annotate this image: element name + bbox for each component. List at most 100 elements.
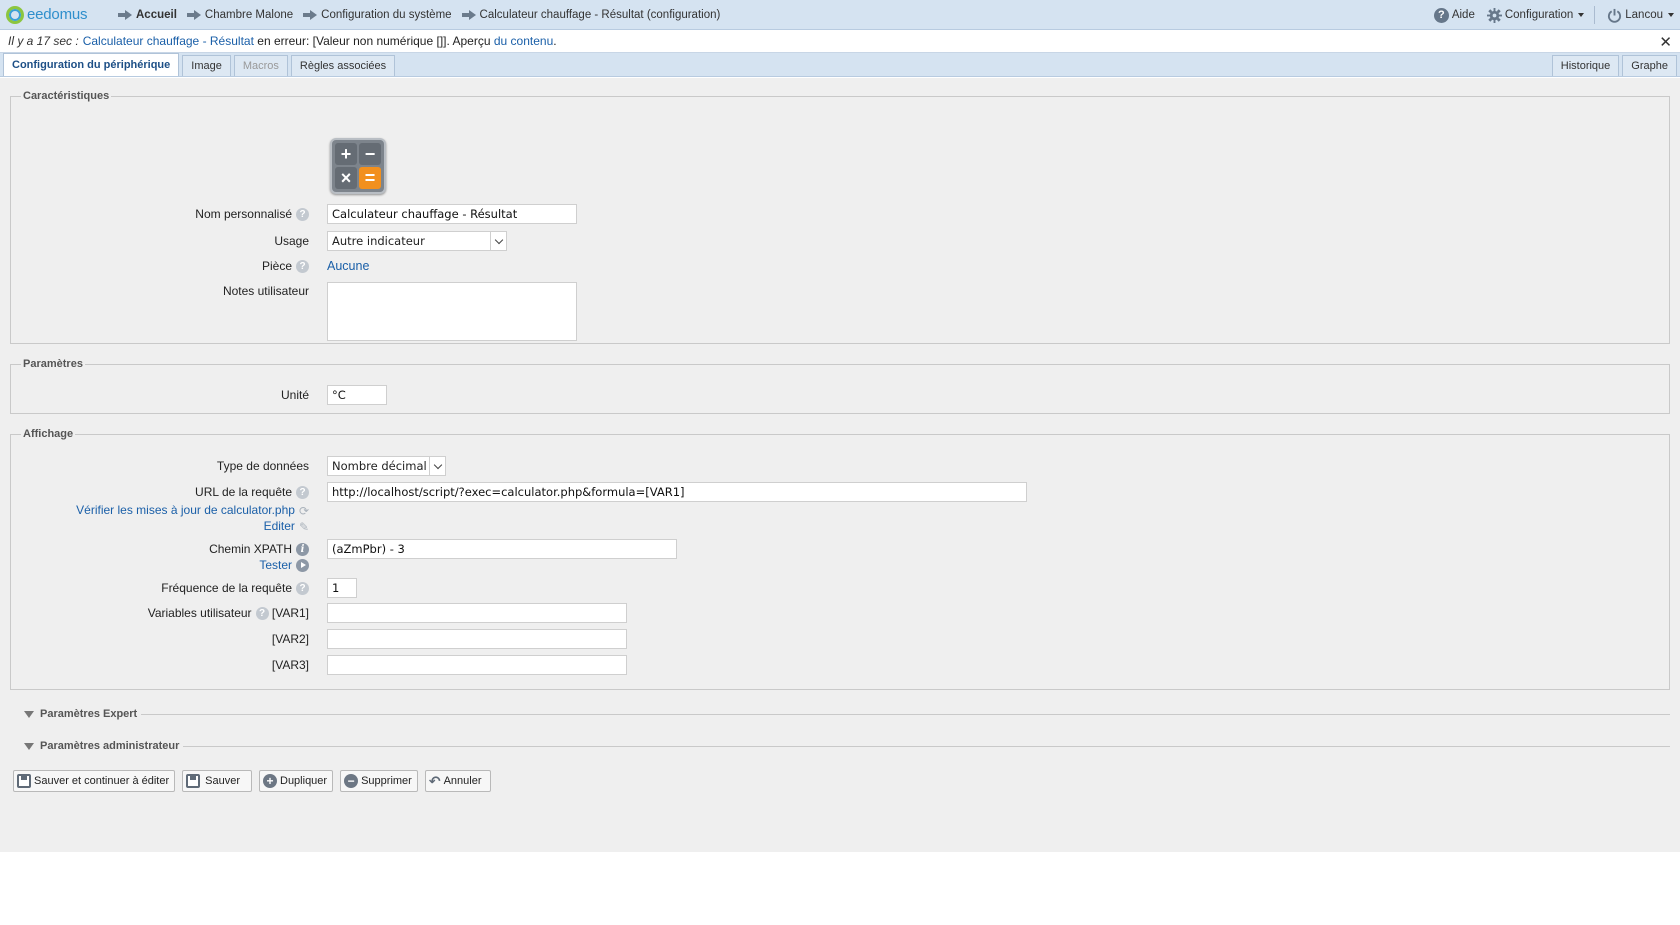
divider [10,746,1670,747]
arrow-right-icon [461,9,476,20]
parameters-section: Paramètres Unité [10,358,1670,414]
arrow-right-icon [186,9,201,20]
notification-time: Il y a 17 sec : [8,34,79,48]
usage-select[interactable]: Autre indicateur [327,231,507,251]
logo-text: eedomus [27,6,88,23]
tab-device-config[interactable]: Configuration du périphérique [3,53,180,76]
frequency-label: Fréquence de la requête? [161,581,309,596]
plus-circle-icon: + [263,774,277,788]
help-icon[interactable]: ? [296,260,309,274]
play-icon[interactable] [296,559,309,573]
power-icon [1608,8,1622,23]
help-icon[interactable]: ? [296,208,309,222]
user-notes-textarea[interactable] [327,282,577,341]
undo-icon: ↶ [428,772,441,789]
delete-button[interactable]: − Supprimer [340,770,418,792]
arrow-right-icon [118,9,132,20]
user-variables-label: Variables utilisateur? [VAR1] [147,606,309,621]
tab-history[interactable]: Historique [1551,55,1620,76]
help-link[interactable]: ? Aide [1433,7,1475,23]
gear-icon [1486,7,1502,23]
user-menu[interactable]: Lancou [1607,8,1674,23]
characteristics-legend: Caractéristiques [23,90,110,102]
tab-bar: Configuration du périphérique Image Macr… [0,53,1680,77]
help-icon[interactable]: ? [255,607,269,621]
pencil-icon[interactable]: ✎ [299,520,309,534]
usage-label: Usage [274,234,309,248]
tab-graph[interactable]: Graphe [1622,55,1677,76]
notification-device-link[interactable]: Calculateur chauffage - Résultat [83,34,254,48]
tab-rules[interactable]: Règles associées [290,55,396,76]
help-icon[interactable]: ? [296,582,309,596]
minus-circle-icon: − [344,774,359,788]
room-label: Pièce? [262,259,309,274]
help-icon[interactable]: ? [296,486,309,500]
var3-label: [VAR3] [271,658,309,672]
divider [1594,6,1596,24]
check-updates-link[interactable]: Vérifier les mises à jour de calculator.… [76,503,295,517]
main-content: Caractéristiques + − × = Nom personnalis… [0,78,1680,852]
cancel-button[interactable]: ↶ Annuler [424,770,491,792]
triangle-down-icon [24,742,34,750]
refresh-icon[interactable]: ⟳ [299,504,309,518]
breadcrumb-room[interactable]: Chambre Malone [186,9,293,21]
caret-down-icon [1578,13,1585,17]
duplicate-button[interactable]: + Dupliquer [259,770,334,792]
save-icon [186,774,201,788]
display-section: Affichage Type de données Nombre décimal… [10,428,1670,690]
data-type-select[interactable]: Nombre décimal [327,456,446,476]
unit-input[interactable] [327,385,387,405]
notes-label: Notes utilisateur [222,284,309,298]
url-label: URL de la requête? [195,485,309,500]
edit-link[interactable]: Editer [264,519,295,533]
save-and-continue-button[interactable]: Sauver et continuer à éditer [13,770,176,792]
action-buttons: Sauver et continuer à éditer Sauver + Dup… [13,770,1670,792]
eedomus-logo-icon [6,5,24,24]
var2-input[interactable] [327,629,627,649]
close-icon[interactable]: ✕ [1659,33,1672,51]
request-url-input[interactable] [327,482,1027,502]
frequency-input[interactable] [327,578,357,598]
save-icon [17,774,31,788]
info-icon[interactable]: i [296,543,309,557]
tab-macros[interactable]: Macros [233,55,288,76]
test-row: Tester [259,558,309,573]
room-link[interactable]: Aucune [327,259,369,273]
var3-input[interactable] [327,655,627,675]
display-legend: Affichage [23,428,74,440]
divider [10,714,1670,715]
chevron-down-icon [494,235,503,244]
var2-label: [VAR2] [271,632,309,646]
save-button[interactable]: Sauver [182,770,252,792]
top-bar: eedomus Accueil Chambre Malone Configura… [0,0,1680,30]
notification-message: en erreur: [Valeur non numérique []]. Ap… [257,34,491,48]
top-right-menu: ? Aide Configuration Lancou [1422,0,1674,30]
configuration-menu[interactable]: Configuration [1486,7,1585,23]
admin-params-toggle[interactable]: Paramètres administrateur [10,736,1670,756]
parameters-legend: Paramètres [23,358,83,370]
triangle-down-icon [24,710,34,718]
breadcrumb-system-config[interactable]: Configuration du système [303,9,452,21]
help-icon: ? [1433,7,1449,23]
breadcrumb-accueil[interactable]: Accueil [118,9,177,21]
expert-params-toggle[interactable]: Paramètres Expert [10,704,1670,724]
custom-name-input[interactable] [327,204,577,224]
edit-row: Editer ✎ [264,519,309,534]
name-label: Nom personnalisé? [195,207,309,222]
var1-input[interactable] [327,603,627,623]
test-link[interactable]: Tester [259,558,292,572]
data-type-label: Type de données [216,459,309,473]
breadcrumb: Accueil Chambre Malone Configuration du … [118,9,730,21]
calculator-icon[interactable]: + − × = [330,138,386,194]
xpath-label: Chemin XPATH i [209,542,309,557]
chevron-down-icon [433,460,442,469]
var1-label: [VAR1] [271,606,309,620]
notification-bar: Il y a 17 sec : Calculateur chauffage - … [0,30,1680,53]
characteristics-section: Caractéristiques + − × = Nom personnalis… [10,90,1670,344]
logo[interactable]: eedomus [6,5,118,24]
arrow-right-icon [303,9,318,20]
check-updates-row: Vérifier les mises à jour de calculator.… [76,503,309,518]
notification-content-link[interactable]: du contenu [494,34,553,48]
tab-image[interactable]: Image [182,55,231,76]
caret-down-icon [1668,13,1674,17]
